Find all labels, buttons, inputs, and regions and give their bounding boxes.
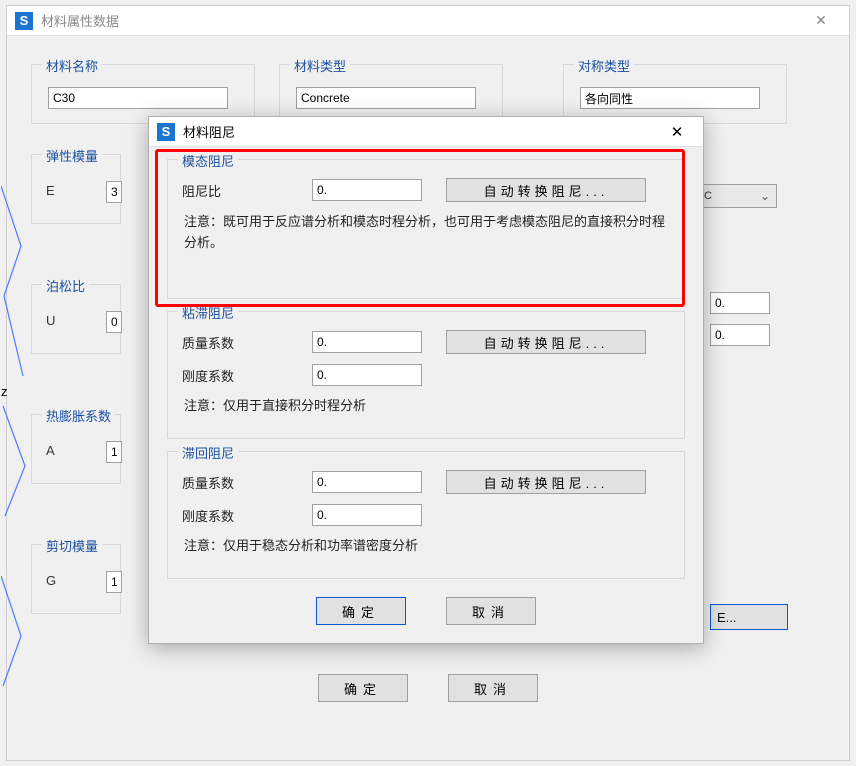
damping-ratio-input[interactable] <box>312 179 422 201</box>
material-type-input[interactable] <box>296 87 476 109</box>
legend-symmetry-type: 对称类型 <box>574 56 634 75</box>
bg-cancel-button[interactable]: 取消 <box>448 674 538 702</box>
poisson-input[interactable] <box>106 311 122 333</box>
bg-titlebar: S 材料属性数据 ✕ <box>7 6 849 36</box>
symmetry-type-input[interactable] <box>580 87 760 109</box>
viscous-note: 注意：仅用于直接积分时程分析 <box>182 396 670 417</box>
modal-title: 材料阻尼 <box>183 122 235 141</box>
elastic-input[interactable] <box>106 181 122 203</box>
hyst-auto-convert-button[interactable]: 自动转换阻尼... <box>446 470 646 494</box>
hyst-stiff-label: 刚度系数 <box>182 506 302 525</box>
viscous-mass-input[interactable] <box>312 331 422 353</box>
viscous-stiff-label: 刚度系数 <box>182 366 302 385</box>
hyst-note: 注意：仅用于稳态分析和功率谱密度分析 <box>182 536 670 557</box>
group-hysteretic-damping: 滞回阻尼 质量系数 自动转换阻尼... 刚度系数 注意：仅用于稳态分析和功率谱密… <box>167 451 685 579</box>
elastic-unit-combo[interactable]: C <box>695 184 777 208</box>
modal-cancel-button[interactable]: 取消 <box>446 597 536 625</box>
modal-damping-note: 注意：既可用于反应谱分析和模态时程分析，也可用于考虑模态阻尼的直接积分时程分析。 <box>182 212 670 254</box>
elastic-label: E <box>46 183 55 198</box>
viscous-mass-label: 质量系数 <box>182 333 302 352</box>
right-value-2[interactable] <box>710 324 770 346</box>
modal-titlebar: S 材料阻尼 ✕ <box>149 117 703 147</box>
legend-hysteretic-damping: 滞回阻尼 <box>178 443 238 462</box>
group-viscous-damping: 粘滞阻尼 质量系数 自动转换阻尼... 刚度系数 注意：仅用于直接积分时程分析 <box>167 311 685 439</box>
legend-material-name: 材料名称 <box>42 56 102 75</box>
viscous-stiff-input[interactable] <box>312 364 422 386</box>
legend-modal-damping: 模态阻尼 <box>178 151 238 170</box>
modal-ok-button[interactable]: 确定 <box>316 597 406 625</box>
group-symmetry-type: 对称类型 <box>563 64 787 124</box>
viscous-auto-convert-button[interactable]: 自动转换阻尼... <box>446 330 646 354</box>
shear-label: G <box>46 573 56 588</box>
bg-window-title: 材料属性数据 <box>41 11 119 30</box>
background-doodle: z <box>1 176 29 736</box>
hyst-mass-input[interactable] <box>312 471 422 493</box>
modal-app-icon: S <box>157 123 175 141</box>
poisson-label: U <box>46 313 55 328</box>
legend-thermal: 热膨胀系数 <box>42 406 115 425</box>
modal-auto-convert-button[interactable]: 自动转换阻尼... <box>446 178 646 202</box>
group-material-name: 材料名称 <box>31 64 255 124</box>
group-shear: 剪切模量 G <box>31 544 121 614</box>
bg-close-button[interactable]: ✕ <box>801 7 841 35</box>
bg-ok-button[interactable]: 确定 <box>318 674 408 702</box>
bg-actions: 确定 取消 <box>7 674 849 702</box>
app-icon: S <box>15 12 33 30</box>
group-elastic-modulus: 弹性模量 E <box>31 154 121 224</box>
group-modal-damping: 模态阻尼 阻尼比 自动转换阻尼... 注意：既可用于反应谱分析和模态时程分析，也… <box>167 159 685 299</box>
legend-elastic: 弹性模量 <box>42 146 102 165</box>
modal-close-button[interactable]: ✕ <box>659 119 695 145</box>
thermal-label: A <box>46 443 55 458</box>
tail-e-button[interactable]: E... <box>710 604 788 630</box>
right-value-1[interactable] <box>710 292 770 314</box>
thermal-input[interactable] <box>106 441 122 463</box>
legend-shear: 剪切模量 <box>42 536 102 555</box>
modal-body: 模态阻尼 阻尼比 自动转换阻尼... 注意：既可用于反应谱分析和模态时程分析，也… <box>149 147 703 643</box>
group-poisson: 泊松比 U <box>31 284 121 354</box>
legend-poisson: 泊松比 <box>42 276 89 295</box>
shear-input[interactable] <box>106 571 122 593</box>
material-name-input[interactable] <box>48 87 228 109</box>
hyst-mass-label: 质量系数 <box>182 473 302 492</box>
group-thermal: 热膨胀系数 A <box>31 414 121 484</box>
damping-ratio-label: 阻尼比 <box>182 181 302 200</box>
legend-viscous-damping: 粘滞阻尼 <box>178 303 238 322</box>
legend-material-type: 材料类型 <box>290 56 350 75</box>
group-material-type: 材料类型 <box>279 64 503 124</box>
material-damping-dialog: S 材料阻尼 ✕ 模态阻尼 阻尼比 自动转换阻尼... 注意：既可用于反应谱分析… <box>148 116 704 644</box>
hyst-stiff-input[interactable] <box>312 504 422 526</box>
svg-text:z: z <box>1 384 8 399</box>
modal-actions: 确定 取消 <box>149 597 703 625</box>
